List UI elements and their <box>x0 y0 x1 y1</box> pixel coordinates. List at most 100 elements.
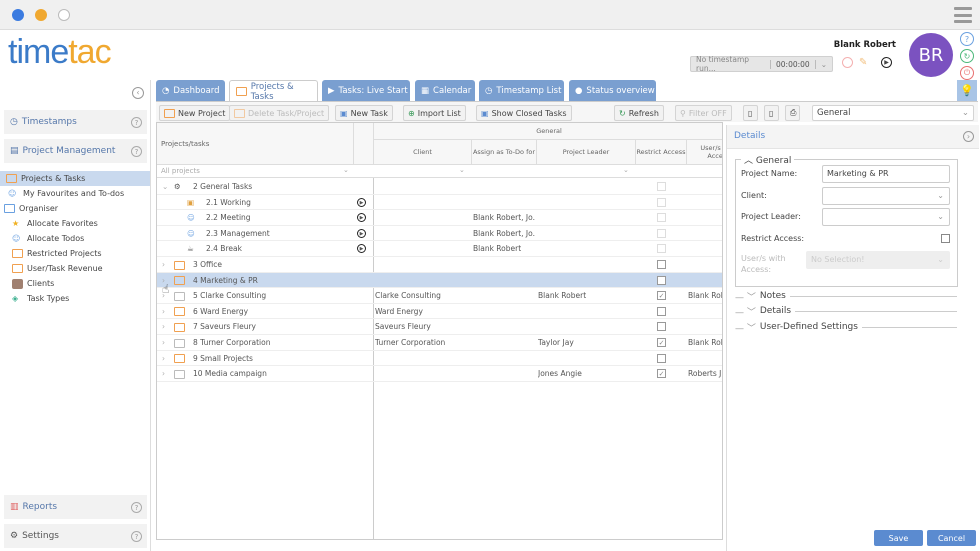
window-close-button[interactable] <box>12 9 24 21</box>
table-row[interactable]: ⌄ ⚙ 2 General Tasks <box>157 179 722 195</box>
table-row[interactable]: › 4 Marketing & PR <box>157 272 722 289</box>
export-excel-icon[interactable]: ▯ <box>743 105 758 121</box>
chevron-right-icon[interactable]: › <box>162 257 165 272</box>
table-row[interactable]: ☺ 2.3 Management ▶ Blank Robert, Jo... <box>157 226 722 242</box>
collapse-sidebar-icon[interactable]: ‹ <box>132 87 144 99</box>
table-row[interactable]: ☕ 2.4 Break ▶ Blank Robert <box>157 241 722 257</box>
restrict-checkbox[interactable] <box>657 306 666 316</box>
restrict-checkbox[interactable] <box>657 197 666 207</box>
help-icon[interactable]: ? <box>960 32 974 46</box>
view-select[interactable]: General ⌄ <box>812 105 974 121</box>
table-row[interactable]: ▣ 2.1 Working ▶ <box>157 195 722 211</box>
chevron-right-icon[interactable]: › <box>162 304 165 319</box>
delete-task-project-button[interactable]: Delete Task/Project <box>229 105 330 121</box>
client-filter-chevron-icon[interactable]: ⌄ <box>459 166 465 174</box>
tab-projects-tasks[interactable]: Projects & Tasks <box>229 80 318 102</box>
sidebar-item-organiser[interactable]: Organiser <box>0 201 150 216</box>
notes-section-toggle[interactable]: — ﹀ Notes <box>735 290 957 303</box>
table-row[interactable]: › 10 Media campaign Jones Angie ✓ Roberts Ji <box>157 366 722 382</box>
sidebar-item-allocate-todos[interactable]: ☺ Allocate Todos <box>0 231 150 246</box>
details-section-toggle[interactable]: — ﹀ Details <box>735 305 957 318</box>
tab-calendar[interactable]: ▦ Calendar <box>415 80 475 102</box>
cancel-button[interactable]: Cancel <box>927 530 976 546</box>
chevron-right-icon[interactable]: › <box>162 366 165 381</box>
refresh-button[interactable]: ↻ Refresh <box>614 105 664 121</box>
tab-tasks-live-start[interactable]: ▶ Tasks: Live Start <box>322 80 410 102</box>
refresh-icon[interactable]: ↻ <box>960 49 974 63</box>
restrict-checkbox[interactable] <box>657 275 666 285</box>
restrict-checkbox[interactable] <box>657 353 666 363</box>
restrict-checkbox[interactable]: ✓ <box>657 338 666 347</box>
chevron-right-icon[interactable]: › <box>162 351 165 366</box>
header-projects-tasks[interactable]: Projects/tasks <box>157 123 353 164</box>
table-row[interactable]: ☺ 2.2 Meeting ▶ Blank Robert, Jo... <box>157 210 722 226</box>
play-icon[interactable]: ▶ <box>357 244 366 254</box>
tab-timestamp-list[interactable]: ◷ Timestamp List <box>479 80 564 102</box>
table-row[interactable]: › 5 Clarke Consulting Clarke Consulting Bla… <box>157 288 722 304</box>
sidebar-item-user-task-revenue[interactable]: User/Task Revenue <box>0 261 150 276</box>
chevron-right-icon[interactable]: › <box>162 319 165 334</box>
restrict-checkbox[interactable]: ✓ <box>657 369 666 379</box>
lightbulb-icon[interactable]: 💡 <box>957 80 977 101</box>
power-icon[interactable]: ⏻ <box>960 66 974 80</box>
restrict-checkbox[interactable] <box>657 244 666 254</box>
leader-filter-chevron-icon[interactable]: ⌄ <box>623 166 629 174</box>
new-project-button[interactable]: New Project <box>159 105 231 121</box>
sidebar-item-allocate-favorites[interactable]: ★ Allocate Favorites <box>0 216 150 231</box>
sidebar-item-projects-tasks[interactable]: Projects & Tasks <box>0 171 150 186</box>
play-icon[interactable]: ▶ <box>357 228 366 238</box>
table-row[interactable]: › 9 Small Projects <box>157 351 722 367</box>
general-section-toggle[interactable]: ︿ General <box>741 153 795 166</box>
table-row[interactable]: › 6 Ward Energy Ward Energy <box>157 304 722 320</box>
play-icon[interactable]: ▶ <box>357 213 366 223</box>
tab-status-overview[interactable]: ● Status overview <box>569 80 656 102</box>
restrict-checkbox[interactable] <box>657 322 666 332</box>
save-button[interactable]: Save <box>874 530 923 546</box>
new-task-button[interactable]: ▣ New Task <box>335 105 393 121</box>
chevron-right-icon[interactable]: › <box>162 335 165 350</box>
users-access-select[interactable]: No Selection! ⌄ <box>806 251 950 269</box>
chevron-down-icon[interactable]: ⌄ <box>814 59 832 69</box>
table-row[interactable]: › 7 Saveurs Fleury Saveurs Fleury <box>157 319 722 335</box>
header-assign-todo[interactable]: Assign as To-Do for <box>471 140 536 164</box>
table-row[interactable]: › 3 Office <box>157 257 722 273</box>
filter-button[interactable]: ⚲ Filter OFF <box>675 105 732 121</box>
table-row[interactable]: › 8 Turner Corporation Turner Corporation T… <box>157 335 722 351</box>
sidebar-item-favourites[interactable]: ☺ My Favourites and To-dos <box>0 186 150 201</box>
import-list-button[interactable]: ⊕ Import List <box>403 105 466 121</box>
sidebar-section-timestamps[interactable]: ◷ Timestamps? <box>4 110 147 134</box>
project-filter[interactable]: All projects <box>161 167 200 175</box>
sidebar-item-task-types[interactable]: ◈ Task Types <box>0 291 150 306</box>
restrict-access-checkbox[interactable] <box>941 234 950 243</box>
window-maximize-button[interactable] <box>58 9 70 21</box>
sidebar-section-reports[interactable]: ▥ Reports? <box>4 495 147 519</box>
header-restrict-access[interactable]: Restrict Access <box>635 140 686 164</box>
expand-panel-icon[interactable]: › <box>963 131 974 142</box>
stop-icon[interactable] <box>842 57 853 68</box>
sidebar-item-restricted-projects[interactable]: Restricted Projects <box>0 246 150 261</box>
project-leader-select[interactable]: ⌄ <box>822 208 950 226</box>
header-project-leader[interactable]: Project Leader <box>536 140 635 164</box>
sidebar-section-settings[interactable]: ⚙ Settings? <box>4 524 147 548</box>
user-defined-section-toggle[interactable]: — ﹀ User-Defined Settings <box>735 321 957 334</box>
export-csv-icon[interactable]: ▯ <box>764 105 779 121</box>
chevron-down-icon[interactable]: ⌄ <box>162 179 168 194</box>
restrict-checkbox[interactable]: ✓ <box>657 291 666 301</box>
tab-dashboard[interactable]: ◔ Dashboard <box>156 80 225 102</box>
header-users-with-access[interactable]: User/s with Access <box>686 140 722 164</box>
chevron-down-icon[interactable]: ⌄ <box>343 166 349 174</box>
project-name-input[interactable]: Marketing & PR <box>822 165 950 183</box>
sidebar-section-project-management[interactable]: ▤ Project Management? <box>4 139 147 163</box>
show-closed-tasks-button[interactable]: ▣ Show Closed Tasks <box>476 105 572 121</box>
timestamp-selector[interactable]: No timestamp run... 00:00:00 ⌄ <box>690 55 833 73</box>
restrict-checkbox[interactable] <box>657 213 666 223</box>
sidebar-item-clients[interactable]: Clients <box>0 276 150 291</box>
play-icon[interactable]: ▶ <box>357 197 366 207</box>
print-icon[interactable]: ⎙ <box>785 105 800 121</box>
play-icon[interactable]: ▶ <box>881 57 892 68</box>
restrict-checkbox[interactable] <box>657 228 666 238</box>
avatar[interactable]: BR <box>909 33 953 77</box>
menu-icon[interactable] <box>954 7 972 23</box>
restrict-checkbox[interactable] <box>657 182 666 191</box>
edit-icon[interactable]: ✎ <box>859 57 867 68</box>
